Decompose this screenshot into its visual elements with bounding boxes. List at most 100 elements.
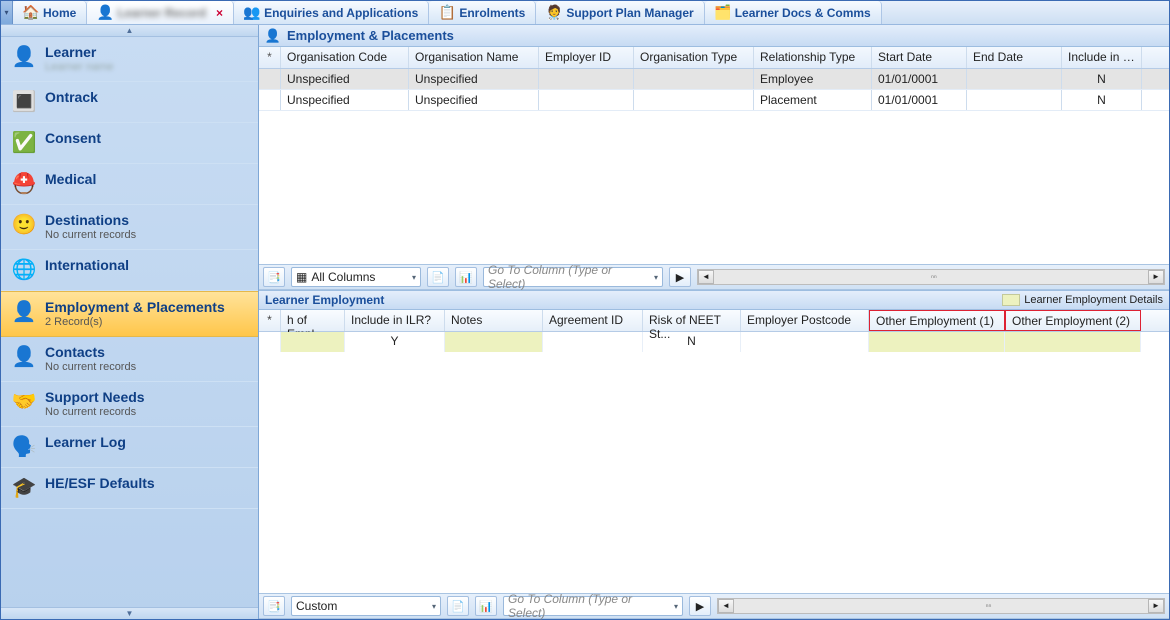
table-cell[interactable]	[281, 332, 345, 352]
goto-column-go-button[interactable]: ▶	[689, 596, 711, 616]
column-header[interactable]: Organisation Name	[409, 47, 539, 68]
row-selector-header[interactable]: *	[259, 47, 281, 68]
table-cell[interactable]: Unspecified	[409, 69, 539, 89]
learner-employment-hscroll[interactable]: ◄ ⁿⁿ ►	[717, 598, 1165, 614]
sidebar-item[interactable]: 🌐International	[1, 250, 258, 291]
tab[interactable]: 👤Learner Record×	[87, 1, 234, 24]
table-cell[interactable]	[634, 90, 754, 110]
table-cell[interactable]: N	[1062, 90, 1142, 110]
close-icon[interactable]: ×	[216, 6, 223, 20]
scroll-left-button[interactable]: ◄	[698, 270, 714, 284]
table-cell[interactable]: N	[643, 332, 741, 352]
table-row[interactable]: YN	[259, 332, 1169, 352]
tab[interactable]: 👥Enquiries and Applications	[234, 1, 429, 24]
table-cell[interactable]	[445, 332, 543, 352]
column-header[interactable]: End Date	[967, 47, 1062, 68]
column-header[interactable]: Employer Postcode	[741, 310, 869, 331]
column-selector[interactable]: ▦ All Columns ▾	[291, 267, 421, 287]
table-cell[interactable]	[967, 69, 1062, 89]
sidebar-item[interactable]: ✅Consent	[1, 123, 258, 164]
table-row[interactable]: UnspecifiedUnspecified Placement01/01/000…	[259, 90, 1169, 111]
table-cell[interactable]	[634, 69, 754, 89]
scroll-right-button[interactable]: ►	[1148, 270, 1164, 284]
table-cell[interactable]	[539, 69, 634, 89]
goto-column-combo[interactable]: Go To Column (Type or Select) ▾	[483, 267, 663, 287]
tab-menu-trigger[interactable]: ▾	[1, 1, 13, 24]
table-cell[interactable]: Y	[345, 332, 445, 352]
table-cell[interactable]: 01/01/0001	[872, 69, 967, 89]
employment-grid-header[interactable]: *Organisation CodeOrganisation NameEmplo…	[259, 47, 1169, 69]
column-header[interactable]: Relationship Type	[754, 47, 872, 68]
learner-employment-grid-header[interactable]: *h of Empl...Include in ILR?NotesAgreeme…	[259, 310, 1169, 332]
table-cell[interactable]: 01/01/0001	[872, 90, 967, 110]
sidebar-collapse-down[interactable]: ▼	[1, 607, 258, 619]
row-selector[interactable]	[259, 69, 281, 89]
goto-column-combo[interactable]: Go To Column (Type or Select) ▾	[503, 596, 683, 616]
sidebar: ▲ 👤LearnerLearner name🔳Ontrack✅Consent⛑️…	[1, 25, 259, 619]
tab-icon: 🗂️	[715, 5, 731, 21]
sidebar-item[interactable]: 🤝Support NeedsNo current records	[1, 382, 258, 427]
grid-action-1-button[interactable]: 📄	[427, 267, 449, 287]
scroll-right-button[interactable]: ►	[1148, 599, 1164, 613]
table-cell[interactable]: Unspecified	[281, 69, 409, 89]
sidebar-item[interactable]: ⛑️Medical	[1, 164, 258, 205]
tab[interactable]: 🧑‍⚕️Support Plan Manager	[536, 1, 704, 24]
table-cell[interactable]	[1005, 332, 1141, 352]
sidebar-item-title: Learner Log	[45, 433, 126, 451]
column-header[interactable]: Include in ILR?	[345, 310, 445, 331]
column-header[interactable]: Organisation Type	[634, 47, 754, 68]
employment-toolbar: 📑 ▦ All Columns ▾ 📄 📊 Go To Column (Type…	[259, 264, 1169, 290]
grid-action-2-button[interactable]: 📊	[455, 267, 477, 287]
sidebar-item[interactable]: 👤LearnerLearner name	[1, 37, 258, 82]
column-header[interactable]: h of Empl...	[281, 310, 345, 331]
column-header[interactable]: Agreement ID	[543, 310, 643, 331]
column-header[interactable]: Organisation Code	[281, 47, 409, 68]
sidebar-collapse-up[interactable]: ▲	[1, 25, 258, 37]
table-cell[interactable]	[967, 90, 1062, 110]
column-header[interactable]: Other Employment (2)	[1005, 310, 1141, 331]
sidebar-item[interactable]: 🎓HE/ESF Defaults	[1, 468, 258, 509]
sidebar-item-sub: 2 Record(s)	[45, 316, 225, 328]
learner-employment-grid-body[interactable]: YN	[259, 332, 1169, 593]
grid-action-2-button[interactable]: 📊	[475, 596, 497, 616]
table-cell[interactable]: Employee	[754, 69, 872, 89]
table-cell[interactable]: Unspecified	[281, 90, 409, 110]
sidebar-item[interactable]: 👤Employment & Placements2 Record(s)	[1, 291, 258, 337]
column-header[interactable]: Other Employment (1)	[869, 310, 1005, 331]
table-cell[interactable]	[543, 332, 643, 352]
employment-hscroll[interactable]: ◄ ⁿⁿ ►	[697, 269, 1165, 285]
main-area: 👤 Employment & Placements *Organisation …	[259, 25, 1169, 619]
grid-action-1-button[interactable]: 📄	[447, 596, 469, 616]
table-row[interactable]: UnspecifiedUnspecified Employee01/01/0001…	[259, 69, 1169, 90]
grid-options-button[interactable]: 📑	[263, 267, 285, 287]
grid-options-button[interactable]: 📑	[263, 596, 285, 616]
sidebar-item[interactable]: 👤ContactsNo current records	[1, 337, 258, 382]
row-selector[interactable]	[259, 90, 281, 110]
sidebar-item[interactable]: 🗣️Learner Log	[1, 427, 258, 468]
column-header[interactable]: Notes	[445, 310, 543, 331]
column-selector[interactable]: Custom ▾	[291, 596, 441, 616]
row-selector-header[interactable]: *	[259, 310, 281, 331]
sidebar-item[interactable]: 🔳Ontrack	[1, 82, 258, 123]
scroll-left-button[interactable]: ◄	[718, 599, 734, 613]
column-header[interactable]: Employer ID	[539, 47, 634, 68]
sidebar-item[interactable]: 🙂DestinationsNo current records	[1, 205, 258, 250]
table-cell[interactable]: N	[1062, 69, 1142, 89]
row-selector[interactable]	[259, 332, 281, 352]
nav-icon: 🙂	[11, 211, 37, 237]
table-cell[interactable]	[741, 332, 869, 352]
tab[interactable]: 🗂️Learner Docs & Comms	[705, 1, 882, 24]
tab[interactable]: 🏠Home	[13, 1, 87, 24]
employment-panel-title: Employment & Placements	[287, 28, 454, 43]
column-header[interactable]: Risk of NEET St...	[643, 310, 741, 331]
tab[interactable]: 📋Enrolments	[429, 1, 536, 24]
tab-label: Learner Record	[117, 6, 206, 20]
table-cell[interactable]	[539, 90, 634, 110]
column-header[interactable]: Start Date	[872, 47, 967, 68]
employment-grid-body[interactable]: UnspecifiedUnspecified Employee01/01/0001…	[259, 69, 1169, 264]
table-cell[interactable]	[869, 332, 1005, 352]
column-header[interactable]: Include in Da...	[1062, 47, 1142, 68]
goto-column-go-button[interactable]: ▶	[669, 267, 691, 287]
table-cell[interactable]: Unspecified	[409, 90, 539, 110]
table-cell[interactable]: Placement	[754, 90, 872, 110]
